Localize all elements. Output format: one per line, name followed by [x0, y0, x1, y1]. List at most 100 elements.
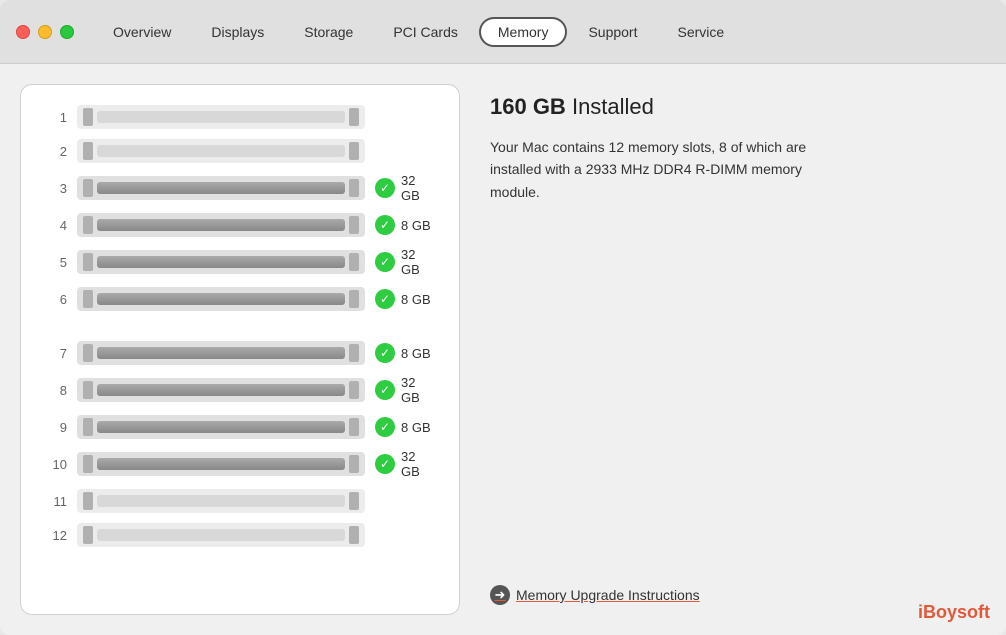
slot-row: 12 — [45, 523, 435, 547]
slot-fill — [97, 111, 345, 123]
slot-row: 10 ✓ 32 GB — [45, 449, 435, 479]
slot-fill — [97, 529, 345, 541]
slot-number: 8 — [45, 383, 67, 398]
slot-size: 8 GB — [401, 218, 431, 233]
slot-cap-right — [349, 455, 359, 473]
slot-bar — [77, 452, 365, 476]
iboysoft-logo: iBoysoft — [918, 602, 990, 623]
slot-row: 8 ✓ 32 GB — [45, 375, 435, 405]
slot-cap-right — [349, 381, 359, 399]
slot-bar — [77, 176, 365, 200]
slot-number: 1 — [45, 110, 67, 125]
slot-cap-left — [83, 418, 93, 436]
slot-cap-left — [83, 492, 93, 510]
slot-row: 6 ✓ 8 GB — [45, 287, 435, 311]
slot-fill — [97, 256, 345, 268]
slot-bar — [77, 105, 365, 129]
slot-status: ✓ 32 GB — [375, 173, 435, 203]
slot-cap-right — [349, 526, 359, 544]
slot-cap-left — [83, 179, 93, 197]
slot-size: 32 GB — [401, 375, 435, 405]
slot-cap-left — [83, 381, 93, 399]
check-icon: ✓ — [375, 252, 395, 272]
arrow-circle-icon: ➜ — [490, 585, 510, 605]
slot-row: 9 ✓ 8 GB — [45, 415, 435, 439]
slot-size: 32 GB — [401, 173, 435, 203]
slot-size: 8 GB — [401, 292, 431, 307]
slot-bar — [77, 523, 365, 547]
tab-support[interactable]: Support — [569, 17, 656, 47]
slot-number: 11 — [45, 494, 67, 509]
check-icon: ✓ — [375, 178, 395, 198]
slot-cap-right — [349, 492, 359, 510]
slot-row: 3 ✓ 32 GB — [45, 173, 435, 203]
memory-installed-title: 160 GB Installed — [490, 94, 986, 120]
slot-number: 6 — [45, 292, 67, 307]
tab-pci-cards[interactable]: PCI Cards — [374, 17, 477, 47]
slot-bar — [77, 213, 365, 237]
slot-bar — [77, 250, 365, 274]
slot-bar — [77, 378, 365, 402]
main-content: 1 2 3 — [0, 64, 1006, 635]
slot-status: ✓ 32 GB — [375, 375, 435, 405]
slot-cap-left — [83, 290, 93, 308]
slot-fill — [97, 145, 345, 157]
slot-status: ✓ 32 GB — [375, 449, 435, 479]
check-icon: ✓ — [375, 343, 395, 363]
slot-bar — [77, 139, 365, 163]
memory-slots-panel: 1 2 3 — [20, 84, 460, 615]
slot-size: 8 GB — [401, 346, 431, 361]
slot-bar — [77, 341, 365, 365]
slot-bar — [77, 287, 365, 311]
slot-number: 2 — [45, 144, 67, 159]
slot-row: 7 ✓ 8 GB — [45, 341, 435, 365]
slot-status: ✓ 8 GB — [375, 289, 435, 309]
slot-status: ✓ 32 GB — [375, 247, 435, 277]
maximize-button[interactable] — [60, 25, 74, 39]
slot-fill — [97, 458, 345, 470]
minimize-button[interactable] — [38, 25, 52, 39]
slot-fill — [97, 384, 345, 396]
slot-cap-right — [349, 253, 359, 271]
tab-bar: Overview Displays Storage PCI Cards Memo… — [94, 17, 743, 47]
check-icon: ✓ — [375, 417, 395, 437]
upgrade-instructions-link[interactable]: ➜ Memory Upgrade Instructions — [490, 565, 986, 605]
slot-cap-right — [349, 418, 359, 436]
slot-fill — [97, 495, 345, 507]
slot-cap-left — [83, 108, 93, 126]
slot-status: ✓ 8 GB — [375, 215, 435, 235]
slot-cap-right — [349, 216, 359, 234]
slot-number: 5 — [45, 255, 67, 270]
tab-service[interactable]: Service — [659, 17, 744, 47]
slot-cap-right — [349, 108, 359, 126]
slot-cap-right — [349, 179, 359, 197]
slot-bar — [77, 415, 365, 439]
slot-fill — [97, 219, 345, 231]
memory-capacity: 160 GB — [490, 94, 566, 119]
memory-installed-label: Installed — [572, 94, 654, 119]
tab-displays[interactable]: Displays — [192, 17, 283, 47]
traffic-lights — [16, 25, 74, 39]
slot-cap-left — [83, 526, 93, 544]
slot-cap-left — [83, 253, 93, 271]
slot-row: 2 — [45, 139, 435, 163]
slot-row: 4 ✓ 8 GB — [45, 213, 435, 237]
slot-fill — [97, 182, 345, 194]
tab-overview[interactable]: Overview — [94, 17, 190, 47]
slot-fill — [97, 421, 345, 433]
window: Overview Displays Storage PCI Cards Memo… — [0, 0, 1006, 635]
close-button[interactable] — [16, 25, 30, 39]
tab-storage[interactable]: Storage — [285, 17, 372, 47]
memory-description: Your Mac contains 12 memory slots, 8 of … — [490, 136, 830, 203]
slot-number: 3 — [45, 181, 67, 196]
info-panel: 160 GB Installed Your Mac contains 12 me… — [490, 84, 986, 615]
slot-row: 5 ✓ 32 GB — [45, 247, 435, 277]
tab-memory[interactable]: Memory — [479, 17, 568, 47]
slot-size: 8 GB — [401, 420, 431, 435]
upgrade-link-label: Memory Upgrade Instructions — [516, 587, 700, 603]
slot-number: 12 — [45, 528, 67, 543]
slot-cap-right — [349, 290, 359, 308]
slot-cap-left — [83, 216, 93, 234]
slot-cap-left — [83, 344, 93, 362]
slot-number: 10 — [45, 457, 67, 472]
